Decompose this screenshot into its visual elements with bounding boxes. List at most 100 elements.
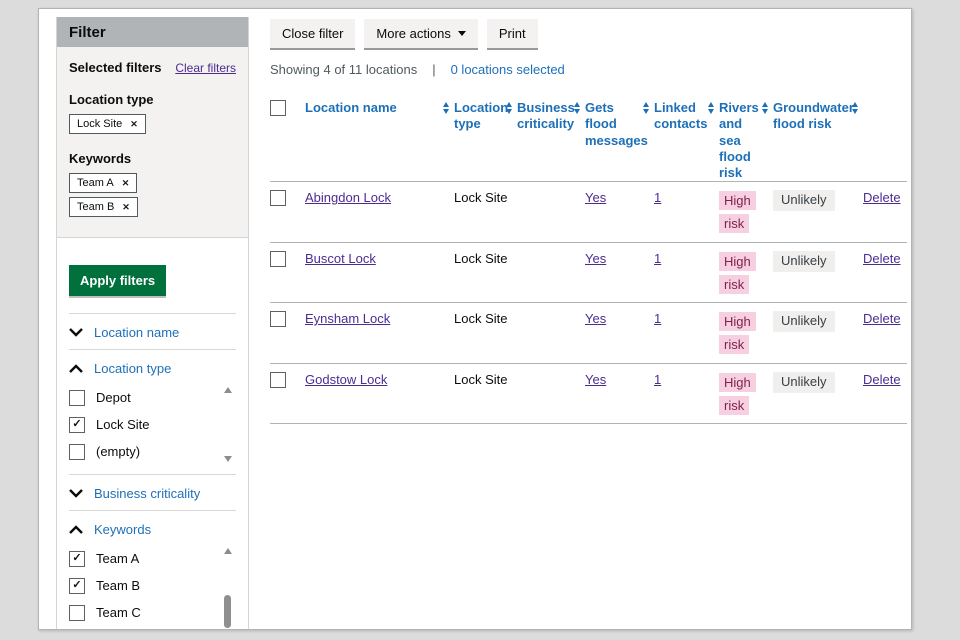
column-header-label: Business criticality — [517, 100, 575, 131]
row-checkbox[interactable]: ✓ — [270, 190, 286, 206]
filter-option[interactable]: ✓ Team C — [69, 599, 212, 626]
table-row: ✓ Godstow Lock Lock Site Yes 1 High risk… — [270, 364, 907, 425]
filter-section: Keywords ✓ Team A ✓ Team B ✓ Team C ✓ Up… — [69, 510, 236, 629]
filter-option-label: (empty) — [96, 444, 140, 459]
checkbox[interactable]: ✓ — [69, 390, 85, 406]
filter-section-toggle[interactable]: Location type — [69, 361, 236, 376]
rivers-risk-badge: High risk — [719, 252, 756, 294]
checkbox[interactable]: ✓ — [69, 444, 85, 460]
filter-panel-body: Apply filters Location name Location typ… — [57, 238, 248, 629]
checkmark-icon: ✓ — [72, 580, 81, 591]
remove-tag-icon[interactable]: ✕ — [122, 178, 130, 189]
rivers-sea-risk-cell: High risk — [719, 190, 773, 236]
sort-icon[interactable] — [762, 102, 768, 114]
apply-filters-button[interactable]: Apply filters — [69, 265, 166, 296]
checkmark-icon: ✓ — [72, 553, 81, 564]
column-header[interactable]: Gets flood messages — [585, 100, 654, 181]
flood-messages-link[interactable]: Yes — [585, 311, 606, 326]
row-checkbox[interactable]: ✓ — [270, 372, 286, 388]
more-actions-button[interactable]: More actions — [364, 19, 477, 48]
checkbox[interactable]: ✓ — [69, 605, 85, 621]
flood-messages-link[interactable]: Yes — [585, 190, 606, 205]
delete-link[interactable]: Delete — [863, 251, 901, 266]
sort-icon[interactable] — [443, 102, 449, 114]
filter-tag[interactable]: Lock Site ✕ — [69, 114, 146, 134]
filter-section-toggle[interactable]: Keywords — [69, 522, 236, 537]
sort-icon[interactable] — [574, 102, 580, 114]
scroll-down-arrow-icon[interactable] — [224, 456, 232, 462]
column-header[interactable]: Location type — [454, 100, 517, 181]
delete-link[interactable]: Delete — [863, 372, 901, 387]
column-header-label: Location name — [305, 100, 397, 115]
sort-icon[interactable] — [708, 102, 714, 114]
scroll-thumb[interactable] — [224, 595, 231, 628]
filter-option[interactable]: ✓ Team A — [69, 545, 212, 572]
filter-section-toggle[interactable]: Location name — [69, 325, 236, 340]
checkbox[interactable]: ✓ — [69, 578, 85, 594]
column-header[interactable]: Rivers and sea flood risk — [719, 100, 773, 181]
remove-tag-icon[interactable]: ✕ — [122, 202, 130, 213]
filter-tag[interactable]: Team B ✕ — [69, 197, 138, 217]
linked-contacts-link[interactable]: 1 — [654, 190, 661, 205]
row-select-cell: ✓ — [270, 311, 305, 327]
location-name-link[interactable]: Eynsham Lock — [305, 311, 390, 326]
linked-contacts-link[interactable]: 1 — [654, 251, 661, 266]
chevron-down-icon — [69, 489, 83, 498]
location-type-cell: Lock Site — [454, 190, 517, 207]
clear-filters-link[interactable]: Clear filters — [175, 61, 236, 75]
scroll-up-arrow-icon[interactable] — [224, 387, 232, 393]
groundwater-risk-cell: Unlikely — [773, 251, 863, 272]
flood-messages-link[interactable]: Yes — [585, 372, 606, 387]
location-type-cell: Lock Site — [454, 311, 517, 328]
filter-panel-title: Filter — [57, 17, 248, 47]
filter-option[interactable]: ✓ Upper Thames — [69, 626, 212, 629]
row-checkbox[interactable]: ✓ — [270, 251, 286, 267]
rivers-risk-badge: High risk — [719, 191, 756, 233]
filter-group-label: Location type — [69, 92, 236, 107]
filter-option[interactable]: ✓ Team B — [69, 572, 212, 599]
linked-contacts-link[interactable]: 1 — [654, 372, 661, 387]
location-name-link[interactable]: Godstow Lock — [305, 372, 387, 387]
filter-option-label: Team A — [96, 551, 139, 566]
table-row: ✓ Abingdon Lock Lock Site Yes 1 High ris… — [270, 182, 907, 243]
filter-tag[interactable]: Team A ✕ — [69, 173, 137, 193]
delete-link[interactable]: Delete — [863, 190, 901, 205]
checkbox[interactable]: ✓ — [69, 551, 85, 567]
remove-tag-icon[interactable]: ✕ — [130, 119, 138, 130]
sort-icon[interactable] — [852, 102, 858, 114]
filter-option[interactable]: ✓ Lock Site — [69, 411, 212, 438]
filter-option[interactable]: ✓ Depot — [69, 384, 212, 411]
column-header-label: Gets flood messages — [585, 100, 648, 148]
row-checkbox[interactable]: ✓ — [270, 311, 286, 327]
scrollbar[interactable] — [222, 387, 234, 462]
sort-down-arrow-icon — [762, 109, 768, 114]
scrollbar[interactable] — [222, 548, 234, 629]
column-header[interactable]: Business criticality — [517, 100, 585, 181]
filter-section-toggle[interactable]: Business criticality — [69, 486, 236, 501]
sort-icon[interactable] — [643, 102, 649, 114]
column-header-label: Rivers and sea flood risk — [719, 100, 759, 180]
locations-selected-link[interactable]: 0 locations selected — [451, 62, 565, 77]
location-name-link[interactable]: Buscot Lock — [305, 251, 376, 266]
filter-option[interactable]: ✓ (empty) — [69, 438, 212, 465]
column-header[interactable]: Location name — [305, 100, 454, 181]
column-header[interactable]: Linked contacts — [654, 100, 719, 181]
delete-link[interactable]: Delete — [863, 311, 901, 326]
column-header[interactable]: Groundwater flood risk — [773, 100, 863, 181]
scroll-up-arrow-icon[interactable] — [224, 548, 232, 554]
print-button[interactable]: Print — [487, 19, 538, 48]
filter-section: Business criticality — [69, 474, 236, 510]
location-type-cell: Lock Site — [454, 251, 517, 268]
location-name-link[interactable]: Abingdon Lock — [305, 190, 391, 205]
selected-filter-group: Location type Lock Site ✕ — [69, 92, 236, 134]
flood-messages-link[interactable]: Yes — [585, 251, 606, 266]
table-body: ✓ Abingdon Lock Lock Site Yes 1 High ris… — [270, 182, 907, 424]
sort-icon[interactable] — [506, 102, 512, 114]
filter-section: Location name — [69, 313, 236, 349]
close-filter-button[interactable]: Close filter — [270, 19, 355, 48]
checkbox[interactable]: ✓ — [69, 417, 85, 433]
linked-contacts-link[interactable]: 1 — [654, 311, 661, 326]
select-all-checkbox[interactable]: ✓ — [270, 100, 286, 116]
filter-option-label: Depot — [96, 390, 131, 405]
filter-option-label: Team C — [96, 605, 141, 620]
